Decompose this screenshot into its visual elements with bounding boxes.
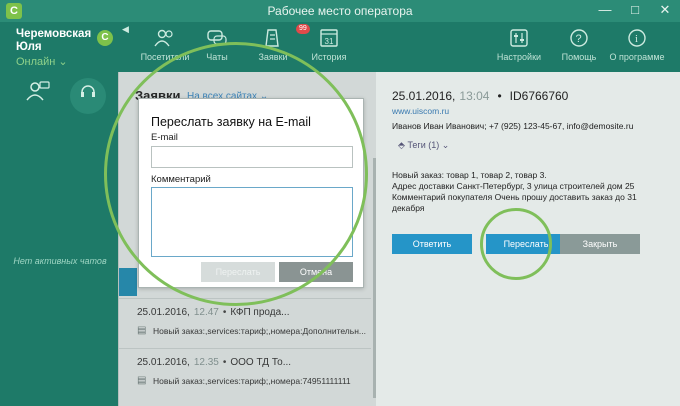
detail-site-link[interactable]: www.uiscom.ru <box>392 106 449 116</box>
nav-about-label: О программе <box>609 52 665 62</box>
detail-header: 25.01.2016, 13:04 • ID6766760 <box>392 89 569 103</box>
detail-id: ID6766760 <box>509 89 569 103</box>
svg-text:i: i <box>635 33 638 45</box>
visitors-icon <box>154 28 176 48</box>
tag-icon: ⬘ <box>398 140 405 150</box>
history-icon: 31 <box>318 28 340 48</box>
highlight-circle-dialog <box>104 42 368 306</box>
minimize-button[interactable]: — <box>590 0 620 22</box>
nav-help-label: Помощь <box>561 52 597 62</box>
highlight-circle-forward <box>480 208 552 280</box>
detail-text-line: Новый заказ: товар 1, товар 2, товар 3. <box>392 170 547 180</box>
about-icon: i <box>626 28 648 48</box>
nav-about[interactable]: i О программе <box>608 28 666 62</box>
reply-button[interactable]: Ответить <box>392 234 472 254</box>
detail-contact: Иванов Иван Иванович; +7 (925) 123-45-67… <box>392 121 634 131</box>
nav-help[interactable]: ? Помощь <box>550 28 608 62</box>
close-request-button[interactable]: Закрыть <box>560 234 640 254</box>
detail-text-line: Адрес доставки Санкт-Петербург, 3 улица … <box>392 181 635 191</box>
status-label: Онлайн <box>16 56 56 68</box>
svg-text:31: 31 <box>325 37 334 46</box>
operator-badge: С <box>97 30 113 46</box>
window-title: Рабочее место оператора <box>267 4 413 18</box>
maximize-button[interactable]: □ <box>620 0 650 22</box>
detail-text-line: Комментарий покупателя Очень прошу доста… <box>392 192 637 202</box>
chevron-down-icon: ⌄ <box>58 56 68 68</box>
nav-history[interactable]: 31 История <box>300 28 358 62</box>
detail-time: 13:04 <box>459 89 490 103</box>
tags-dropdown[interactable]: ⬘ Теги (1) ⌄ <box>398 140 449 151</box>
no-active-chats: Нет активных чатов <box>13 256 107 266</box>
tags-label: Теги (1) <box>407 140 440 150</box>
help-icon: ? <box>568 28 590 48</box>
status-selector[interactable]: Онлайн ⌄ <box>16 55 68 68</box>
svg-text:?: ? <box>576 33 582 45</box>
settings-icon <box>508 28 530 48</box>
operator-name: Черемовская Юля <box>16 28 92 53</box>
nav-settings[interactable]: Настройки <box>490 28 548 62</box>
operators-icon[interactable] <box>20 78 56 114</box>
title-bar: С Рабочее место оператора — □ ✕ <box>0 0 680 22</box>
nav-settings-label: Настройки <box>496 52 542 62</box>
collapse-arrow-icon[interactable]: ◀ <box>122 24 129 35</box>
close-window-button[interactable]: ✕ <box>650 0 680 22</box>
headset-icon[interactable] <box>70 78 106 114</box>
detail-date: 25.01.2016, <box>392 89 456 103</box>
detail-text: Новый заказ: товар 1, товар 2, товар 3. … <box>392 170 652 214</box>
nav-history-label: История <box>311 52 347 62</box>
operator-panel: Черемовская Юля С Онлайн ⌄ Нет активных ч… <box>0 22 118 406</box>
